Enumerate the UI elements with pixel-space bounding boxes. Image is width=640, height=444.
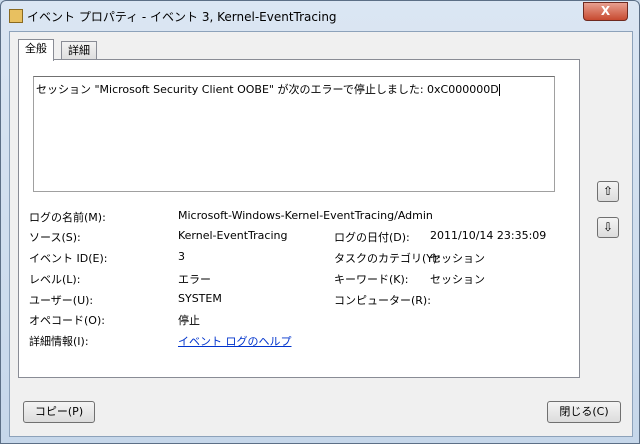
dialog-client: 全般 詳細 セッション "Microsoft Security Client O… <box>9 31 633 437</box>
event-id-value: 3 <box>178 250 185 263</box>
event-log-help-link[interactable]: イベント ログのヘルプ <box>178 333 292 349</box>
log-name-label: ログの名前(M): <box>29 211 106 224</box>
close-window-button[interactable]: X <box>583 2 628 21</box>
task-category-label: タスクのカテゴリ(Y): <box>334 252 442 265</box>
event-message: セッション "Microsoft Security Client OOBE" が… <box>36 83 499 96</box>
event-viewer-icon <box>9 9 23 23</box>
next-event-button[interactable]: ⇩ <box>597 217 619 238</box>
user-label: ユーザー(U): <box>29 294 94 307</box>
source-value: Kernel-EventTracing <box>178 229 288 242</box>
level-value: エラー <box>178 273 211 286</box>
more-info-label: 詳細情報(I): <box>29 335 89 348</box>
arrow-up-icon: ⇧ <box>602 184 614 198</box>
level-label: レベル(L): <box>29 273 81 286</box>
event-properties-window: イベント プロパティ - イベント 3, Kernel-EventTracing… <box>0 0 640 444</box>
tab-details[interactable]: 詳細 <box>61 41 97 61</box>
general-panel: セッション "Microsoft Security Client OOBE" が… <box>18 59 580 378</box>
user-value: SYSTEM <box>178 292 222 305</box>
opcode-value: 停止 <box>178 314 200 327</box>
event-message-box[interactable]: セッション "Microsoft Security Client OOBE" が… <box>33 76 555 192</box>
keywords-value: セッション <box>430 273 485 286</box>
previous-event-button[interactable]: ⇧ <box>597 181 619 202</box>
text-caret <box>498 84 500 96</box>
source-label: ソース(S): <box>29 231 81 244</box>
tab-general[interactable]: 全般 <box>18 39 54 61</box>
arrow-down-icon: ⇩ <box>602 220 614 234</box>
logged-label: ログの日付(D): <box>334 231 410 244</box>
close-button[interactable]: 閉じる(C) <box>547 401 621 423</box>
keywords-label: キーワード(K): <box>334 273 409 286</box>
logged-value: 2011/10/14 23:35:09 <box>430 229 547 242</box>
computer-label: コンピューター(R): <box>334 294 431 307</box>
log-name-value: Microsoft-Windows-Kernel-EventTracing/Ad… <box>178 209 433 222</box>
opcode-label: オペコード(O): <box>29 314 105 327</box>
task-category-value: セッション <box>430 252 485 265</box>
window-title: イベント プロパティ - イベント 3, Kernel-EventTracing <box>27 10 337 24</box>
event-id-label: イベント ID(E): <box>29 252 108 265</box>
copy-button[interactable]: コピー(P) <box>23 401 95 423</box>
